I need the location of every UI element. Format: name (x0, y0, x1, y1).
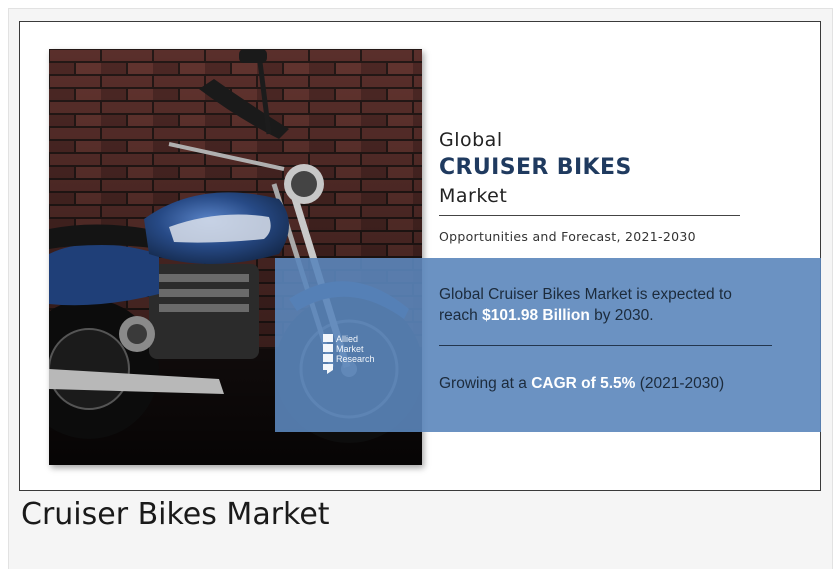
stat-cagr: Growing at a CAGR of 5.5% (2021-2030) (439, 373, 779, 394)
title-main: CRUISER BIKES (439, 155, 632, 180)
title-block: Global CRUISER BIKES Market (439, 127, 759, 209)
title-global: Global (439, 129, 503, 151)
stat-cagr-prefix: Growing at a (439, 375, 532, 392)
stat-market-size-value: $101.98 Billion (482, 307, 590, 324)
stat-cagr-suffix: (2021-2030) (635, 375, 725, 392)
stats-divider (439, 345, 772, 346)
logo-line-2: Market (336, 344, 364, 354)
subtitle: Opportunities and Forecast, 2021-2030 (439, 229, 696, 244)
logo-line-3: Research (336, 354, 375, 364)
stat-market-size: Global Cruiser Bikes Market is expected … (439, 284, 739, 326)
allied-market-research-logo-icon: Allied Market Research (322, 332, 402, 376)
logo-line-1: Allied (336, 334, 359, 344)
stat-cagr-value: CAGR of 5.5% (531, 375, 636, 392)
stat-market-size-suffix: by 2030. (589, 307, 654, 324)
figure-caption: Cruiser Bikes Market (21, 497, 330, 532)
title-divider (439, 215, 740, 216)
title-market: Market (439, 185, 508, 207)
